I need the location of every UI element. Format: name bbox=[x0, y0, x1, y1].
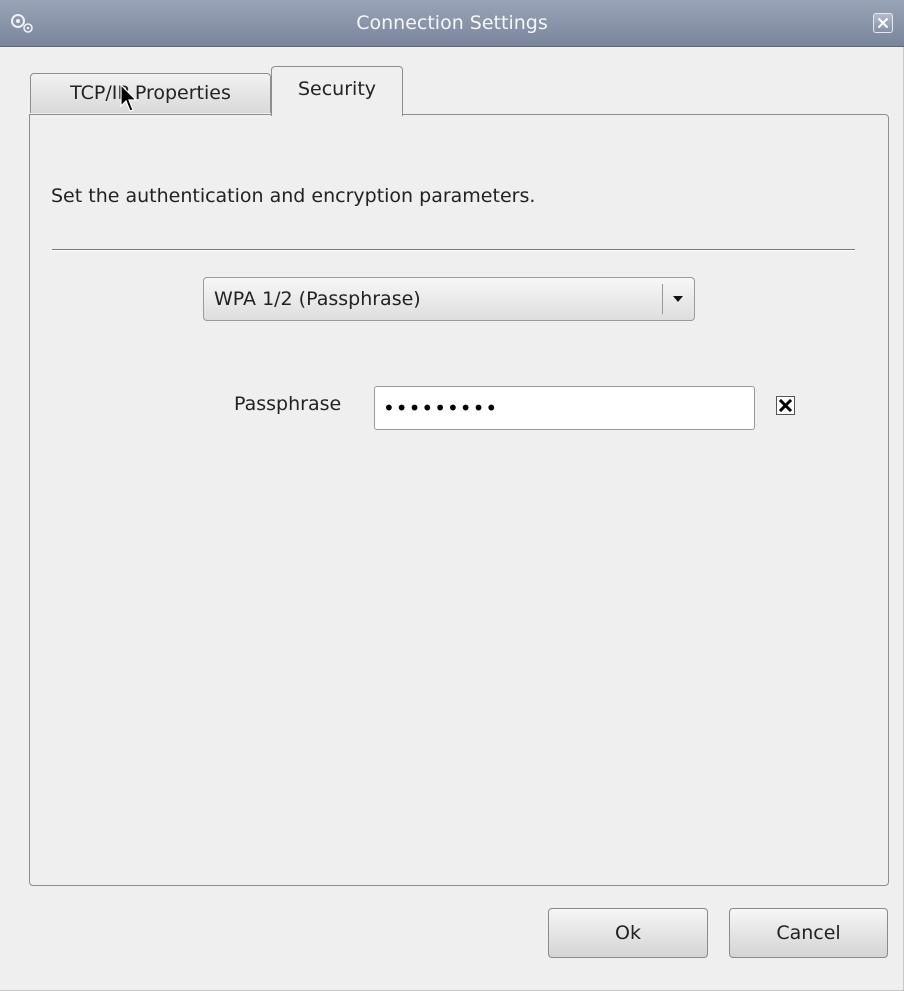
window-title: Connection Settings bbox=[356, 12, 548, 34]
security-description: Set the authentication and encryption pa… bbox=[51, 185, 536, 207]
tab-security[interactable]: Security bbox=[271, 66, 403, 116]
tab-tcpip-properties[interactable]: TCP/IP Properties bbox=[30, 73, 271, 113]
security-method-value: WPA 1/2 (Passphrase) bbox=[214, 288, 421, 310]
title-bar[interactable]: Connection Settings bbox=[0, 0, 904, 47]
dropdown-divider bbox=[662, 284, 663, 314]
security-method-dropdown[interactable]: WPA 1/2 (Passphrase) bbox=[203, 277, 695, 321]
show-passphrase-checkbox[interactable] bbox=[776, 396, 795, 415]
separator bbox=[52, 249, 855, 251]
passphrase-label: Passphrase bbox=[234, 393, 342, 415]
cancel-button[interactable]: Cancel bbox=[729, 908, 888, 958]
ok-button[interactable]: Ok bbox=[548, 908, 708, 958]
mouse-cursor-icon bbox=[120, 84, 138, 112]
close-button[interactable] bbox=[873, 13, 893, 33]
check-x-icon bbox=[779, 399, 792, 412]
security-tab-panel: Set the authentication and encryption pa… bbox=[29, 114, 889, 886]
close-icon bbox=[878, 18, 888, 28]
connection-settings-window: Connection Settings TCP/IP Properties Se… bbox=[0, 0, 904, 991]
chevron-down-icon[interactable] bbox=[672, 295, 684, 303]
passphrase-input[interactable] bbox=[374, 386, 755, 430]
